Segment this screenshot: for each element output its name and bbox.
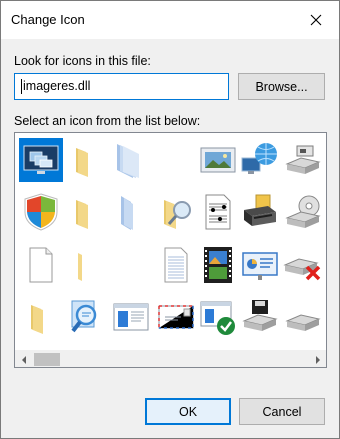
close-icon bbox=[310, 14, 322, 26]
icon-folder[interactable] bbox=[64, 243, 108, 287]
video-film-icon bbox=[204, 247, 232, 283]
icon-network-globe[interactable] bbox=[238, 138, 282, 182]
monitor-with-windows-icon bbox=[23, 145, 59, 174]
envelope-icon bbox=[158, 305, 194, 329]
icon-window[interactable] bbox=[109, 295, 153, 339]
presentation-icon bbox=[242, 252, 278, 280]
folder-icon bbox=[76, 148, 88, 177]
icon-presentation[interactable] bbox=[238, 243, 282, 287]
title-bar: Change Icon bbox=[1, 1, 339, 39]
folder-icon bbox=[31, 305, 43, 334]
icon-text-document[interactable] bbox=[154, 243, 198, 287]
text-caret bbox=[21, 79, 22, 95]
ok-button[interactable]: OK bbox=[145, 398, 231, 425]
file-path-input[interactable]: imageres.dll bbox=[14, 73, 229, 100]
icon-search-folder[interactable] bbox=[154, 190, 198, 234]
icon-music-sheet[interactable] bbox=[196, 190, 240, 234]
documents-stack-icon bbox=[121, 196, 133, 230]
folder-icon bbox=[78, 253, 82, 281]
scrollbar-thumb[interactable] bbox=[34, 353, 60, 366]
music-sheet-icon bbox=[205, 194, 231, 230]
icon-optical-drive[interactable] bbox=[281, 190, 325, 234]
window-icon bbox=[113, 303, 149, 331]
icon-blank-document[interactable] bbox=[19, 243, 63, 287]
icon-drive[interactable] bbox=[281, 138, 325, 182]
window-check-icon bbox=[200, 301, 235, 335]
file-path-value: imageres.dll bbox=[23, 79, 91, 93]
windows-shield-icon bbox=[24, 193, 58, 231]
photo-on-screen-icon bbox=[200, 147, 236, 173]
drive-icon bbox=[285, 314, 321, 331]
icon-drive-error[interactable] bbox=[281, 243, 325, 287]
drive-icon bbox=[285, 145, 321, 174]
icon-folder[interactable] bbox=[64, 138, 108, 182]
file-label: Look for icons in this file: bbox=[14, 54, 151, 68]
icon-documents-stack[interactable] bbox=[109, 190, 153, 234]
icon-list-label: Select an icon from the list below: bbox=[14, 114, 201, 128]
icon-monitor-with-windows[interactable] bbox=[19, 138, 63, 182]
search-magnifier-icon bbox=[71, 300, 97, 333]
icon-drive[interactable] bbox=[281, 295, 325, 339]
icon-printer[interactable] bbox=[238, 190, 282, 234]
icon-blank[interactable] bbox=[154, 138, 198, 182]
optical-drive-icon bbox=[285, 195, 321, 228]
window-title: Change Icon bbox=[11, 12, 85, 27]
text-document-icon bbox=[164, 247, 188, 283]
icon-floppy-drive[interactable] bbox=[238, 295, 282, 339]
icon-search-magnifier[interactable] bbox=[64, 295, 108, 339]
horizontal-scrollbar[interactable] bbox=[15, 350, 326, 367]
blank-icon bbox=[111, 245, 151, 285]
search-folder-icon bbox=[164, 200, 191, 229]
icon-windows-shield[interactable] bbox=[19, 190, 63, 234]
documents-stack-icon bbox=[117, 144, 139, 178]
icon-folder[interactable] bbox=[64, 190, 108, 234]
folder-icon bbox=[76, 200, 88, 229]
chevron-left-icon bbox=[21, 355, 26, 364]
blank-icon bbox=[156, 140, 196, 180]
icon-list[interactable] bbox=[14, 132, 327, 368]
scroll-left-button[interactable] bbox=[15, 351, 32, 367]
printer-icon bbox=[244, 194, 276, 226]
icon-photo-on-screen[interactable] bbox=[196, 138, 240, 182]
close-button[interactable] bbox=[293, 1, 339, 39]
icon-documents-stack[interactable] bbox=[109, 138, 153, 182]
scroll-right-button[interactable] bbox=[309, 351, 326, 367]
icon-folder[interactable] bbox=[19, 295, 63, 339]
icon-video-film[interactable] bbox=[196, 243, 240, 287]
change-icon-dialog: Change Icon Look for icons in this file:… bbox=[0, 0, 340, 439]
icon-window-check[interactable] bbox=[196, 295, 240, 339]
browse-button[interactable]: Browse... bbox=[238, 73, 325, 100]
floppy-drive-icon bbox=[242, 300, 278, 331]
icon-envelope[interactable] bbox=[154, 295, 198, 339]
chevron-right-icon bbox=[315, 355, 320, 364]
icon-blank[interactable] bbox=[109, 243, 153, 287]
blank-document-icon bbox=[29, 247, 53, 283]
network-globe-icon bbox=[241, 143, 277, 174]
cancel-button[interactable]: Cancel bbox=[239, 398, 325, 425]
drive-error-icon bbox=[283, 258, 321, 281]
